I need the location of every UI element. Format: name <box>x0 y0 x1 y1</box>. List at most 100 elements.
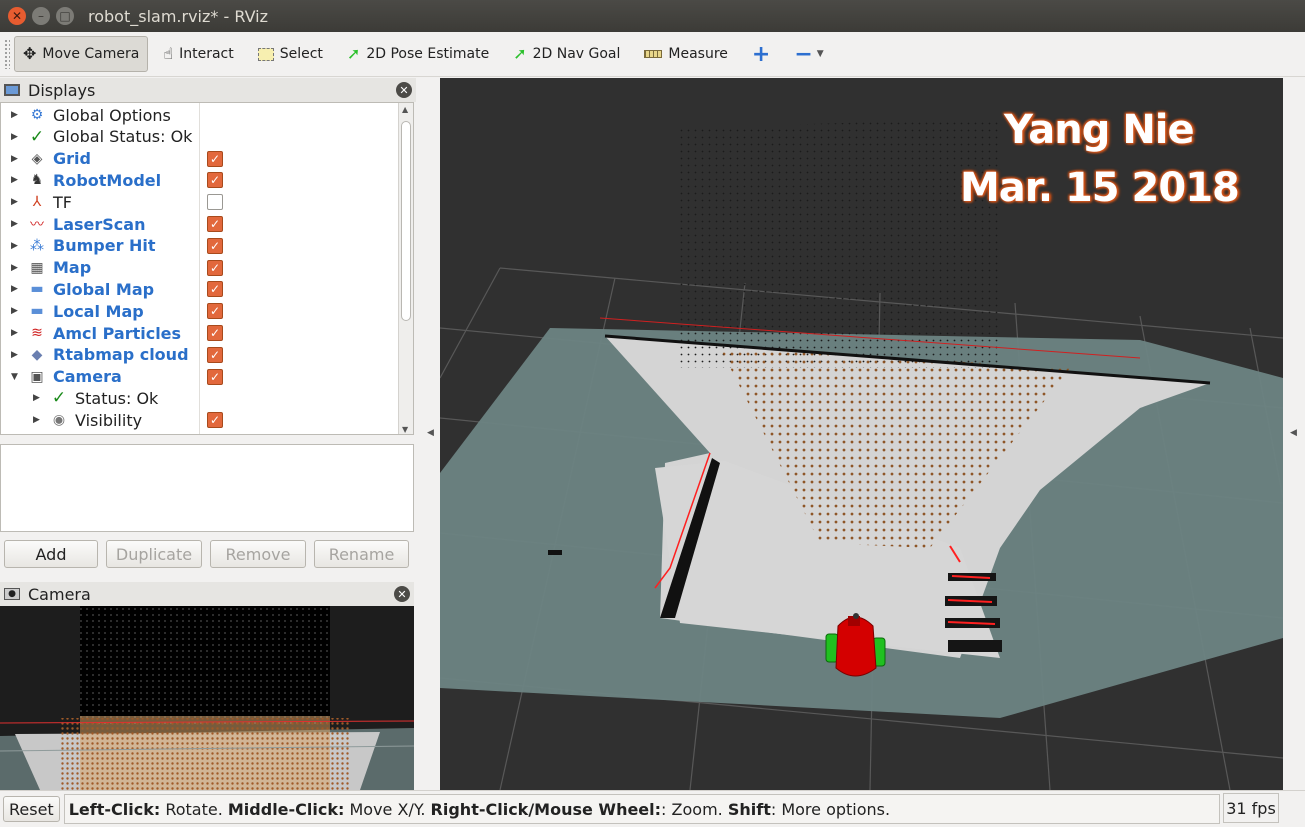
toolbar: ✥ Move Camera ☝ Interact Select ➚ 2D Pos… <box>0 32 1305 77</box>
expand-arrow-icon[interactable]: ▶ <box>33 415 43 425</box>
display-row[interactable]: ▶ ◉ Visibility ✓ <box>1 409 399 431</box>
expand-arrow-icon[interactable]: ▶ <box>11 197 21 207</box>
camera-panel-header: ● Camera ✕ <box>0 582 414 606</box>
toolbar-grip[interactable] <box>4 39 10 69</box>
display-enabled-checkbox[interactable]: ✓ <box>207 368 223 385</box>
display-label: Global Status: Ok <box>53 127 193 147</box>
display-enabled-checkbox[interactable]: ✓ <box>207 325 223 341</box>
display-enabled-checkbox[interactable]: ✓ <box>207 150 223 167</box>
display-enabled-checkbox[interactable] <box>207 194 223 211</box>
tf-axes-icon: ⅄ <box>32 194 42 211</box>
splitter-right-arrow[interactable]: ◀ <box>1290 428 1297 438</box>
expand-arrow-icon[interactable]: ▶ <box>11 110 21 120</box>
expand-arrow-icon[interactable]: ▶ <box>11 241 21 251</box>
window-maximize-button[interactable]: □ <box>56 7 74 25</box>
title-bar: ✕ – □ robot_slam.rviz* - RViz <box>0 0 1305 32</box>
display-row[interactable]: ▶ ▦ Map ✓ <box>1 257 399 279</box>
display-enabled-checkbox[interactable]: ✓ <box>207 346 223 363</box>
duplicate-button[interactable]: Duplicate <box>106 540 202 568</box>
scrollbar-thumb[interactable] <box>401 121 411 321</box>
expand-arrow-icon[interactable]: ▶ <box>11 219 21 229</box>
remove-button[interactable]: Remove <box>210 540 306 568</box>
tool-2d-nav-goal[interactable]: ➚ 2D Nav Goal <box>504 36 629 72</box>
display-row[interactable]: ▶ ≋ Amcl Particles ✓ <box>1 322 399 344</box>
reset-button[interactable]: Reset <box>3 796 60 822</box>
add-button[interactable]: Add <box>4 540 98 568</box>
camera-render <box>0 606 414 790</box>
display-row[interactable]: ▶ ♞ RobotModel ✓ <box>1 169 399 191</box>
expand-arrow-icon[interactable]: ▶ <box>11 306 21 316</box>
display-row[interactable]: ▶ ⅄ TF <box>1 191 399 213</box>
display-row[interactable]: ▶ ▬ Global Map ✓ <box>1 278 399 300</box>
expand-arrow-icon[interactable]: ▶ <box>11 328 21 338</box>
displays-tree[interactable]: ▶ ⚙ Global Options ▶ ✓ Global Status: Ok ▶ ◈ Gri… <box>0 102 414 435</box>
tool-label: Interact <box>179 46 234 62</box>
display-enabled-checkbox[interactable]: ✓ <box>207 237 223 254</box>
scroll-up-arrow[interactable]: ▲ <box>402 105 408 114</box>
tool-select[interactable]: Select <box>249 36 332 72</box>
display-enabled-checkbox[interactable]: ✓ <box>207 172 223 189</box>
display-label: Amcl Particles <box>53 323 182 343</box>
display-row[interactable]: ▶ ✓ Global Status: Ok <box>1 126 399 148</box>
display-row[interactable]: ▶ ✓ Status: Ok <box>1 387 399 409</box>
fps-counter: 31 fps <box>1223 793 1279 823</box>
display-row[interactable]: ▶ 〰 LaserScan ✓ <box>1 213 399 235</box>
hand-icon: ☝ <box>163 44 174 63</box>
tool-move-camera[interactable]: ✥ Move Camera <box>14 36 149 72</box>
display-enabled-checkbox[interactable]: ✓ <box>207 303 223 320</box>
tool-label: Measure <box>668 46 728 62</box>
display-enabled-checkbox[interactable]: ✓ <box>207 412 223 429</box>
display-enabled-checkbox[interactable]: ✓ <box>207 259 223 276</box>
expand-arrow-icon[interactable]: ▶ <box>11 154 21 164</box>
expand-arrow-icon[interactable]: ▶ <box>11 263 21 273</box>
display-row[interactable]: ▶ ⁂ Bumper Hit ✓ <box>1 235 399 257</box>
expand-arrow-icon[interactable]: ▶ <box>33 393 43 403</box>
camera-image-view <box>0 606 414 790</box>
display-buttons: Add Duplicate Remove Rename <box>0 540 416 570</box>
help-desc: : More options. <box>770 799 891 819</box>
window-title: robot_slam.rviz* - RViz <box>88 6 269 26</box>
expand-arrow-icon[interactable]: ▶ <box>11 132 21 142</box>
expand-arrow-icon[interactable]: ▶ <box>11 284 21 294</box>
folder-icon: ▬ <box>30 281 44 298</box>
window-close-button[interactable]: ✕ <box>8 7 26 25</box>
displays-panel-header: Displays ✕ <box>0 78 416 102</box>
scroll-down-arrow[interactable]: ▼ <box>402 425 408 434</box>
rename-button[interactable]: Rename <box>314 540 409 568</box>
display-enabled-checkbox[interactable]: ✓ <box>207 281 223 298</box>
map-icon: ▦ <box>30 259 44 276</box>
display-row[interactable]: ▶ ◈ Grid ✓ <box>1 148 399 170</box>
help-key: Shift <box>727 799 771 819</box>
help-desc: Rotate. <box>160 799 228 819</box>
tool-label: Move Camera <box>42 46 140 62</box>
close-camera-panel-button[interactable]: ✕ <box>394 586 410 602</box>
close-panel-button[interactable]: ✕ <box>396 82 412 98</box>
remove-tool-button[interactable]: − ▼ <box>785 36 832 72</box>
grid-icon: ◈ <box>31 150 43 167</box>
splitter-left-arrow[interactable]: ◀ <box>427 428 434 438</box>
display-enabled-checkbox[interactable]: ✓ <box>207 216 223 232</box>
display-label: Map <box>53 258 92 278</box>
status-bar: Reset Left-Click: Rotate. Middle-Click: … <box>0 790 1305 827</box>
help-text: Left-Click: Rotate. Middle-Click: Move X… <box>63 794 1220 824</box>
tool-2d-pose-estimate[interactable]: ➚ 2D Pose Estimate <box>338 36 498 72</box>
display-label: Global Map <box>53 279 155 299</box>
tool-measure[interactable]: Measure <box>635 36 737 72</box>
display-row[interactable]: ▶ ⚙ Global Options <box>1 104 399 126</box>
window-minimize-button[interactable]: – <box>32 7 50 25</box>
particles-icon: ≋ <box>31 325 43 341</box>
add-tool-button[interactable]: + <box>743 36 779 72</box>
expand-arrow-icon[interactable]: ▶ <box>11 175 21 185</box>
tool-interact[interactable]: ☝ Interact <box>154 36 242 72</box>
help-desc: : Zoom. <box>661 799 728 819</box>
collapse-arrow-icon[interactable]: ▼ <box>11 372 21 382</box>
display-label: Bumper Hit <box>53 236 156 256</box>
display-row[interactable]: ▼ ▣ Camera ✓ <box>1 366 399 388</box>
left-panel: Displays ✕ ▶ ⚙ Global Options ▶ ✓ Global Stat… <box>0 78 416 790</box>
display-row[interactable]: ▶ ◆ Rtabmap cloud ✓ <box>1 344 399 366</box>
display-label: Status: Ok <box>75 388 159 408</box>
display-row[interactable]: ▶ ▬ Local Map ✓ <box>1 300 399 322</box>
laser-scan-icon: 〰 <box>30 217 44 233</box>
displays-scrollbar[interactable]: ▲ ▼ <box>398 103 413 434</box>
expand-arrow-icon[interactable]: ▶ <box>11 350 21 360</box>
